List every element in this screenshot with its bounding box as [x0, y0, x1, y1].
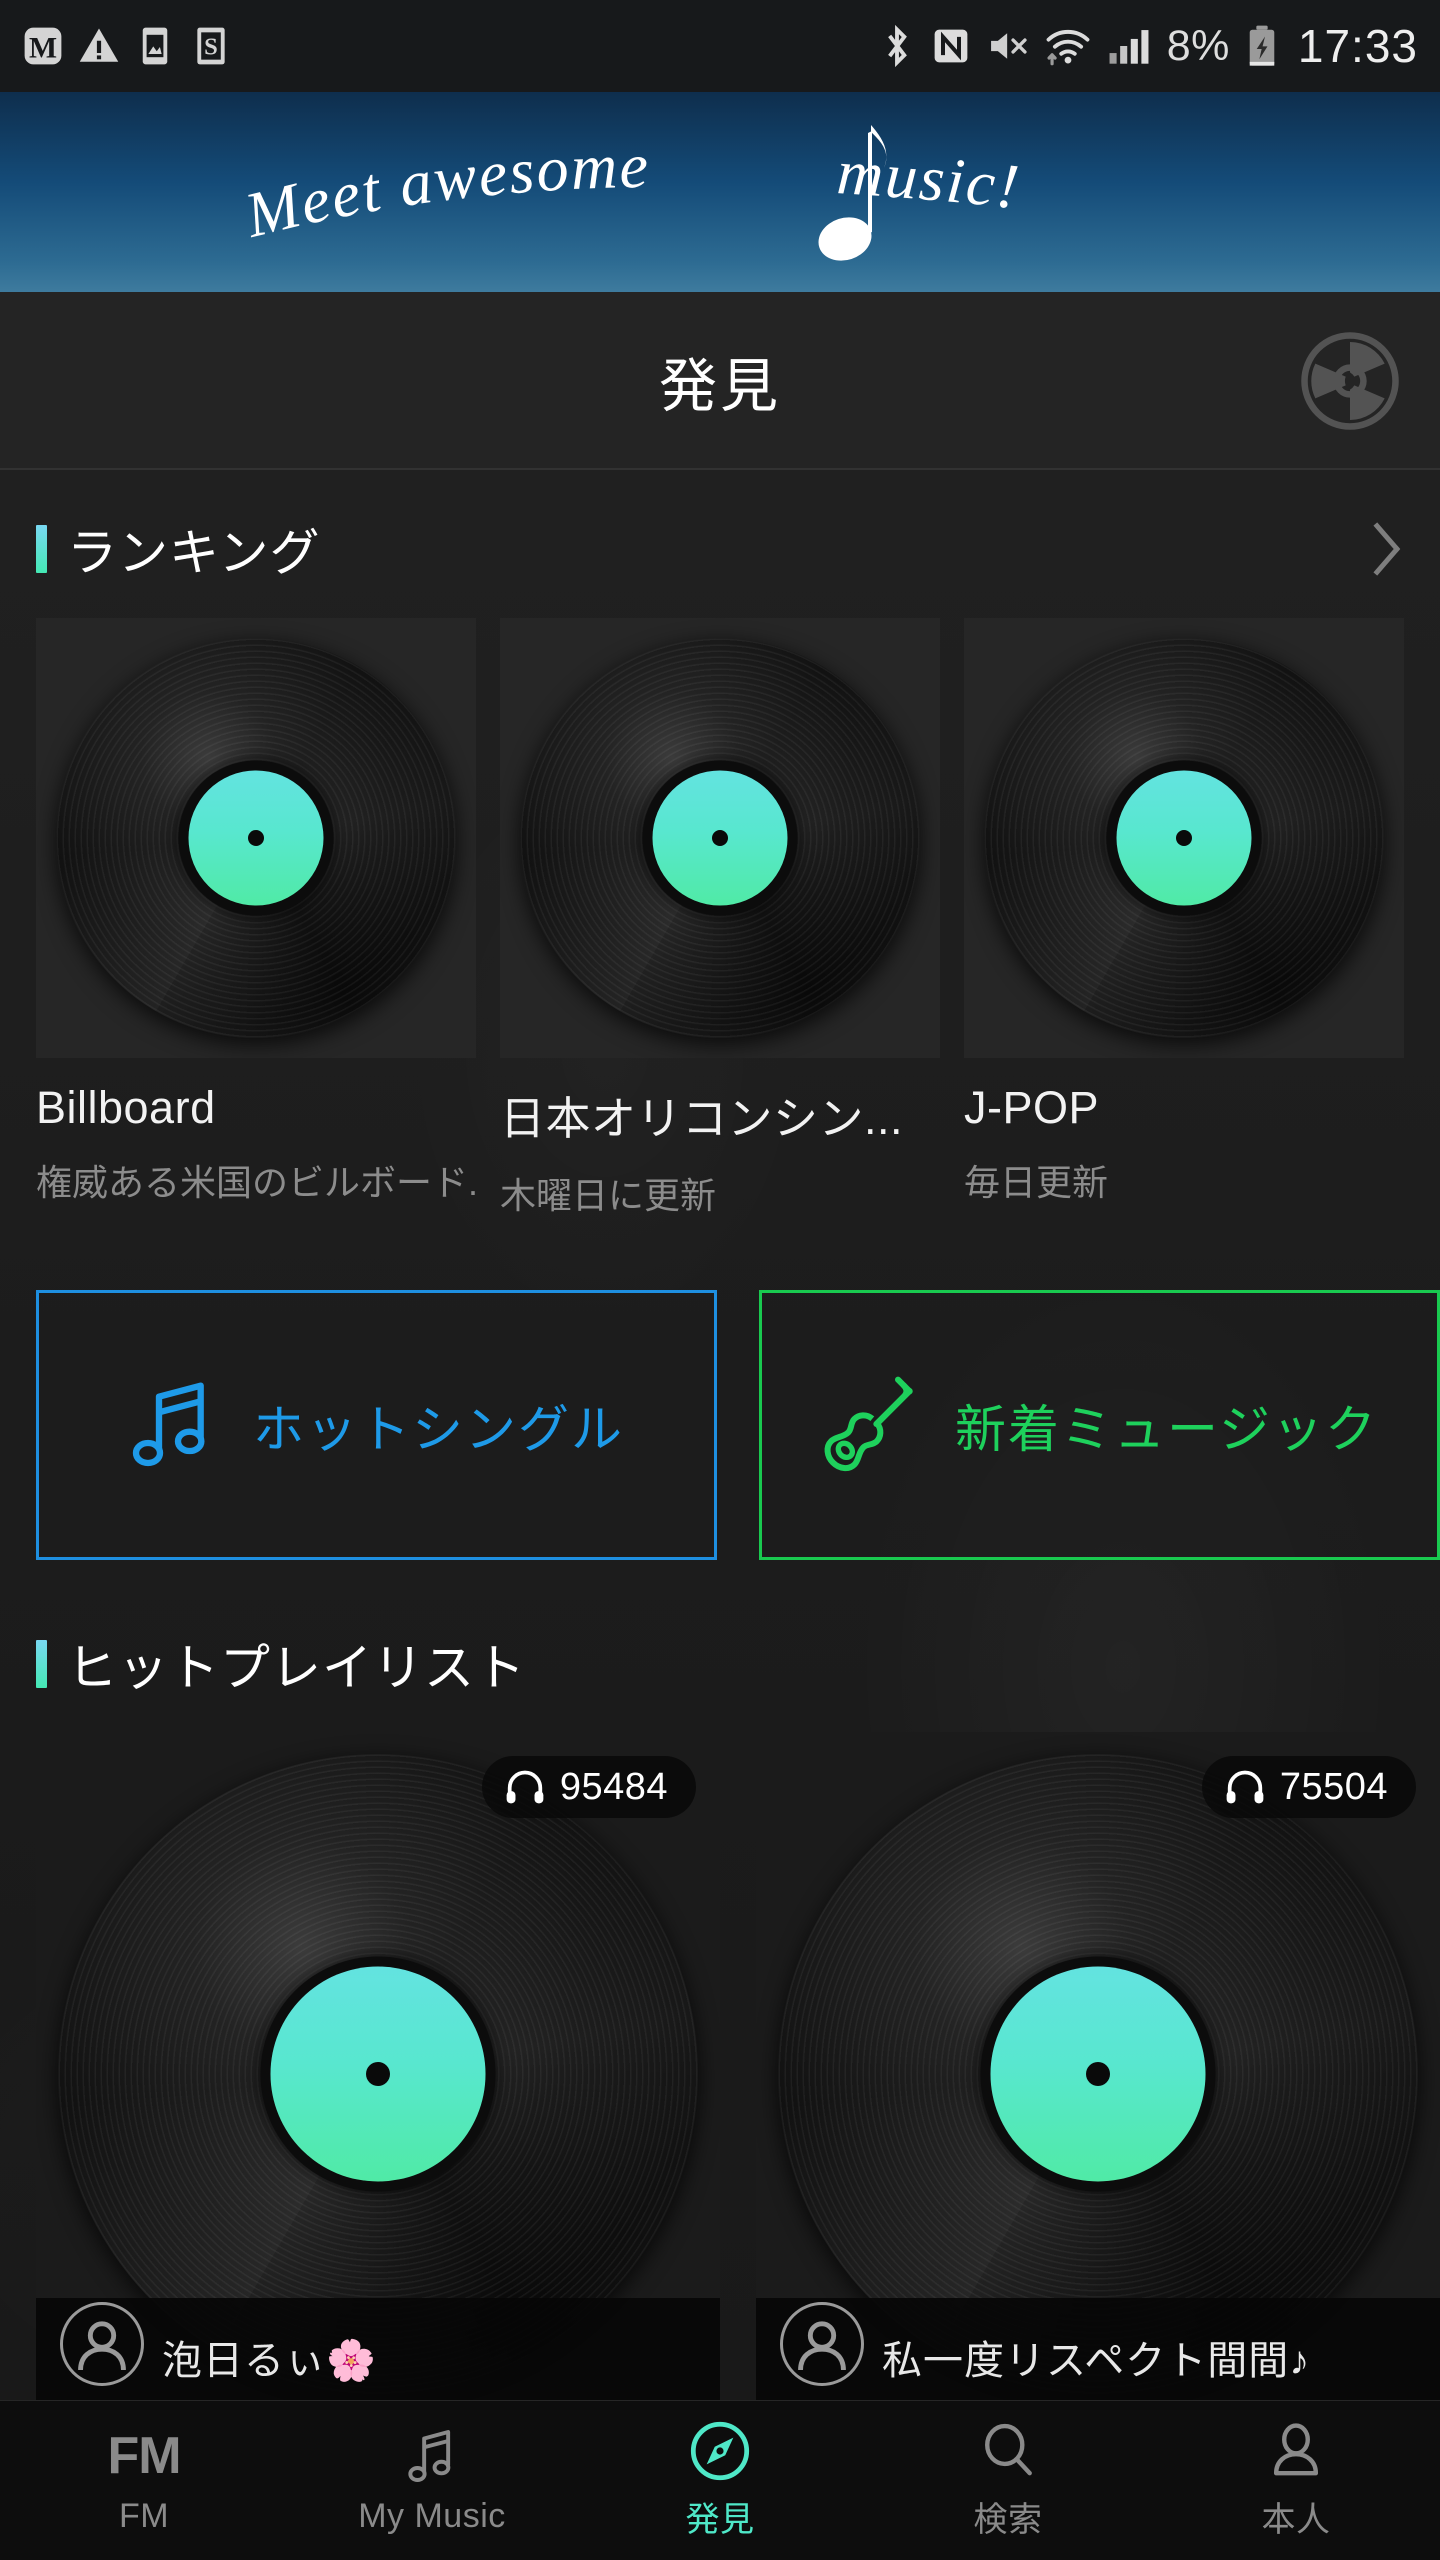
svg-text:music!: music!	[835, 136, 1024, 222]
ranking-card[interactable]: J-POP 毎日更新	[964, 618, 1404, 1203]
playlist-card[interactable]: 95484 泡日るぃ🌸	[36, 1732, 720, 2400]
wifi-icon	[1046, 29, 1090, 66]
status-bar-system-icons: 8% 17:33	[878, 23, 1418, 69]
image-gallery-icon	[142, 27, 168, 65]
playlist-card-artwork[interactable]: 75504 私一度リスペクト間間♪	[756, 1732, 1440, 2400]
cd-disc-icon[interactable]	[1298, 329, 1402, 433]
playlist-card-list[interactable]: 95484 泡日るぃ🌸 75504 私一度リスペクト間間♪	[36, 1732, 1440, 2400]
playlist-card-username: 泡日るぃ🌸	[162, 2339, 377, 2383]
ranking-card[interactable]: Billboard 権威ある米国のビルボード...	[36, 618, 476, 1203]
page-title: 発見	[658, 354, 781, 419]
avatar-silhouette-icon	[78, 2321, 126, 2371]
hot-single-label: ホットシングル	[252, 1401, 624, 1458]
beamed-note-icon	[132, 1382, 205, 1467]
vinyl-record-icon	[520, 638, 920, 1038]
ranking-card-artwork[interactable]	[500, 618, 940, 1058]
discover-scroll-content[interactable]: ランキング Billboard 権威ある米国のビルボード... 日本オリコンシン…	[0, 470, 1440, 2400]
playlist-card-footer: 私一度リスペクト間間♪	[756, 2298, 1440, 2400]
battery-percent-label: 8%	[1166, 21, 1230, 70]
ranking-section-title: ランキング	[67, 525, 321, 581]
playlist-card-username: 私一度リスペクト間間♪	[882, 2339, 1311, 2383]
nav-label-profile: 本人	[1261, 2500, 1331, 2539]
ranking-card-subtitle: 木曜日に更新	[500, 1175, 717, 1216]
playlist-card-artwork[interactable]: 95484 泡日るぃ🌸	[36, 1732, 720, 2400]
playlist-section-header: ヒットプレイリスト	[0, 1632, 1440, 1696]
ranking-card-title: Billboard	[36, 1082, 216, 1133]
compass-discover-icon	[690, 2421, 750, 2480]
new-music-button[interactable]: 新着ミュージック	[759, 1290, 1440, 1560]
play-count-badge: 95484	[481, 1756, 696, 1818]
banner-artwork: Meet awesome music!	[237, 125, 1024, 261]
chevron-right-icon[interactable]	[1370, 519, 1404, 579]
vinyl-spindle-hole	[366, 2062, 390, 2086]
ranking-card-meta: 日本オリコンシン... 木曜日に更新	[500, 1058, 940, 1219]
avatar-silhouette-icon	[798, 2321, 846, 2371]
vinyl-spindle-hole	[1176, 830, 1192, 846]
nav-item-profile[interactable]: 本人	[1152, 2400, 1440, 2560]
app-screen: M S 8% 17:33 Meet awesome music! 発見 ランキン…	[0, 0, 1440, 2560]
play-count-badge: 75504	[1201, 1756, 1416, 1818]
ranking-card-artwork[interactable]	[964, 618, 1404, 1058]
music-note-icon	[408, 2429, 451, 2482]
bluetooth-icon	[887, 24, 907, 68]
cellular-signal-icon	[1109, 30, 1149, 64]
vinyl-record-icon	[984, 638, 1384, 1038]
ranking-card-artwork[interactable]	[36, 618, 476, 1058]
page-header: 発見	[0, 292, 1440, 470]
ranking-card-meta: Billboard 権威ある米国のビルボード...	[36, 1058, 476, 1206]
headphones-icon	[506, 1770, 544, 1804]
nav-item-search[interactable]: 検索	[864, 2400, 1152, 2560]
new-music-label: 新着ミュージック	[955, 1401, 1378, 1458]
user-avatar-icon	[60, 2302, 144, 2386]
ranking-card[interactable]: 日本オリコンシン... 木曜日に更新	[500, 618, 940, 1216]
battery-charging-icon	[1249, 25, 1275, 66]
nav-item-my-music[interactable]: My Music	[288, 2400, 576, 2560]
promo-banner[interactable]: Meet awesome music!	[0, 92, 1440, 292]
nav-item-discover[interactable]: 発見	[576, 2400, 864, 2560]
mute-icon	[990, 33, 1027, 59]
nav-label-search: 検索	[973, 2500, 1043, 2539]
playlist-section-title: ヒットプレイリスト	[67, 1640, 526, 1696]
playlist-card[interactable]: 75504 私一度リスペクト間間♪	[756, 1732, 1440, 2400]
playlist-card-footer: 泡日るぃ🌸	[36, 2298, 720, 2400]
s-app-icon: S	[197, 27, 225, 65]
ranking-card-title: 日本オリコンシン...	[500, 1093, 904, 1144]
headphones-icon	[1226, 1770, 1264, 1804]
guitar-icon	[824, 1376, 913, 1472]
warning-triangle-icon	[79, 28, 119, 62]
person-profile-icon	[1273, 2422, 1319, 2475]
hot-single-button[interactable]: ホットシングル	[36, 1290, 717, 1560]
section-accent-bar	[36, 525, 47, 573]
vinyl-spindle-hole	[1086, 2062, 1110, 2086]
nfc-icon	[934, 29, 968, 63]
m-app-icon: M	[24, 27, 62, 65]
section-accent-bar	[36, 1640, 47, 1688]
nav-label-discover: 発見	[685, 2500, 755, 2539]
ranking-card-subtitle: 毎日更新	[964, 1162, 1109, 1203]
vinyl-spindle-hole	[248, 830, 264, 846]
play-count-value: 75504	[1279, 1765, 1388, 1808]
ranking-card-meta: J-POP 毎日更新	[964, 1058, 1404, 1206]
svg-text:Meet awesome: Meet awesome	[237, 130, 650, 251]
feature-button-row: ホットシングル 新着ミュージック	[36, 1290, 1440, 1560]
play-count-value: 95484	[559, 1765, 668, 1808]
svg-text:S: S	[204, 33, 218, 60]
status-bar-notification-icons: M S	[22, 25, 232, 67]
vinyl-spindle-hole	[712, 830, 728, 846]
nav-label-fm: FM	[118, 2496, 170, 2535]
nav-item-fm[interactable]: FM FM	[0, 2400, 288, 2560]
ranking-card-list[interactable]: Billboard 権威ある米国のビルボード... 日本オリコンシン... 木曜…	[36, 618, 1440, 1216]
search-magnifier-icon	[985, 2423, 1032, 2475]
nav-label-my-music: My Music	[358, 2496, 506, 2535]
ranking-card-title: J-POP	[964, 1082, 1100, 1133]
vinyl-record-icon	[56, 638, 456, 1038]
status-bar: M S 8% 17:33	[0, 0, 1440, 92]
ranking-card-subtitle: 権威ある米国のビルボード...	[36, 1162, 476, 1203]
ranking-section-header: ランキング	[0, 517, 1440, 581]
bottom-navigation-bar: FM FM My Music 発見 検索 本人	[0, 2400, 1440, 2560]
svg-text:M: M	[29, 31, 57, 64]
status-bar-clock: 17:33	[1297, 20, 1418, 72]
fm-text-icon: FM	[107, 2426, 181, 2485]
user-avatar-icon	[780, 2302, 864, 2386]
